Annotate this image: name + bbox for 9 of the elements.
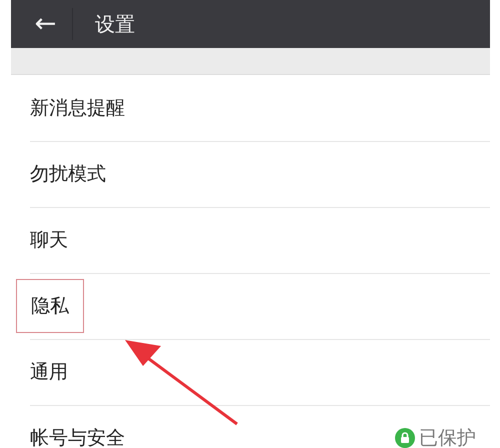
page-title: 设置 <box>95 11 135 38</box>
settings-item[interactable]: 聊天 <box>30 226 68 254</box>
settings-item[interactable]: 勿扰模式 <box>30 160 106 188</box>
highlighted-settings-item[interactable]: 隐私 <box>17 280 83 332</box>
back-button[interactable]: ← <box>19 8 73 40</box>
settings-item[interactable]: 新消息提醒 <box>30 94 125 122</box>
settings-item[interactable]: 通用 <box>30 358 68 386</box>
settings-item[interactable]: 帐号与安全 <box>30 424 125 448</box>
status-text: 已保护 <box>419 426 476 448</box>
